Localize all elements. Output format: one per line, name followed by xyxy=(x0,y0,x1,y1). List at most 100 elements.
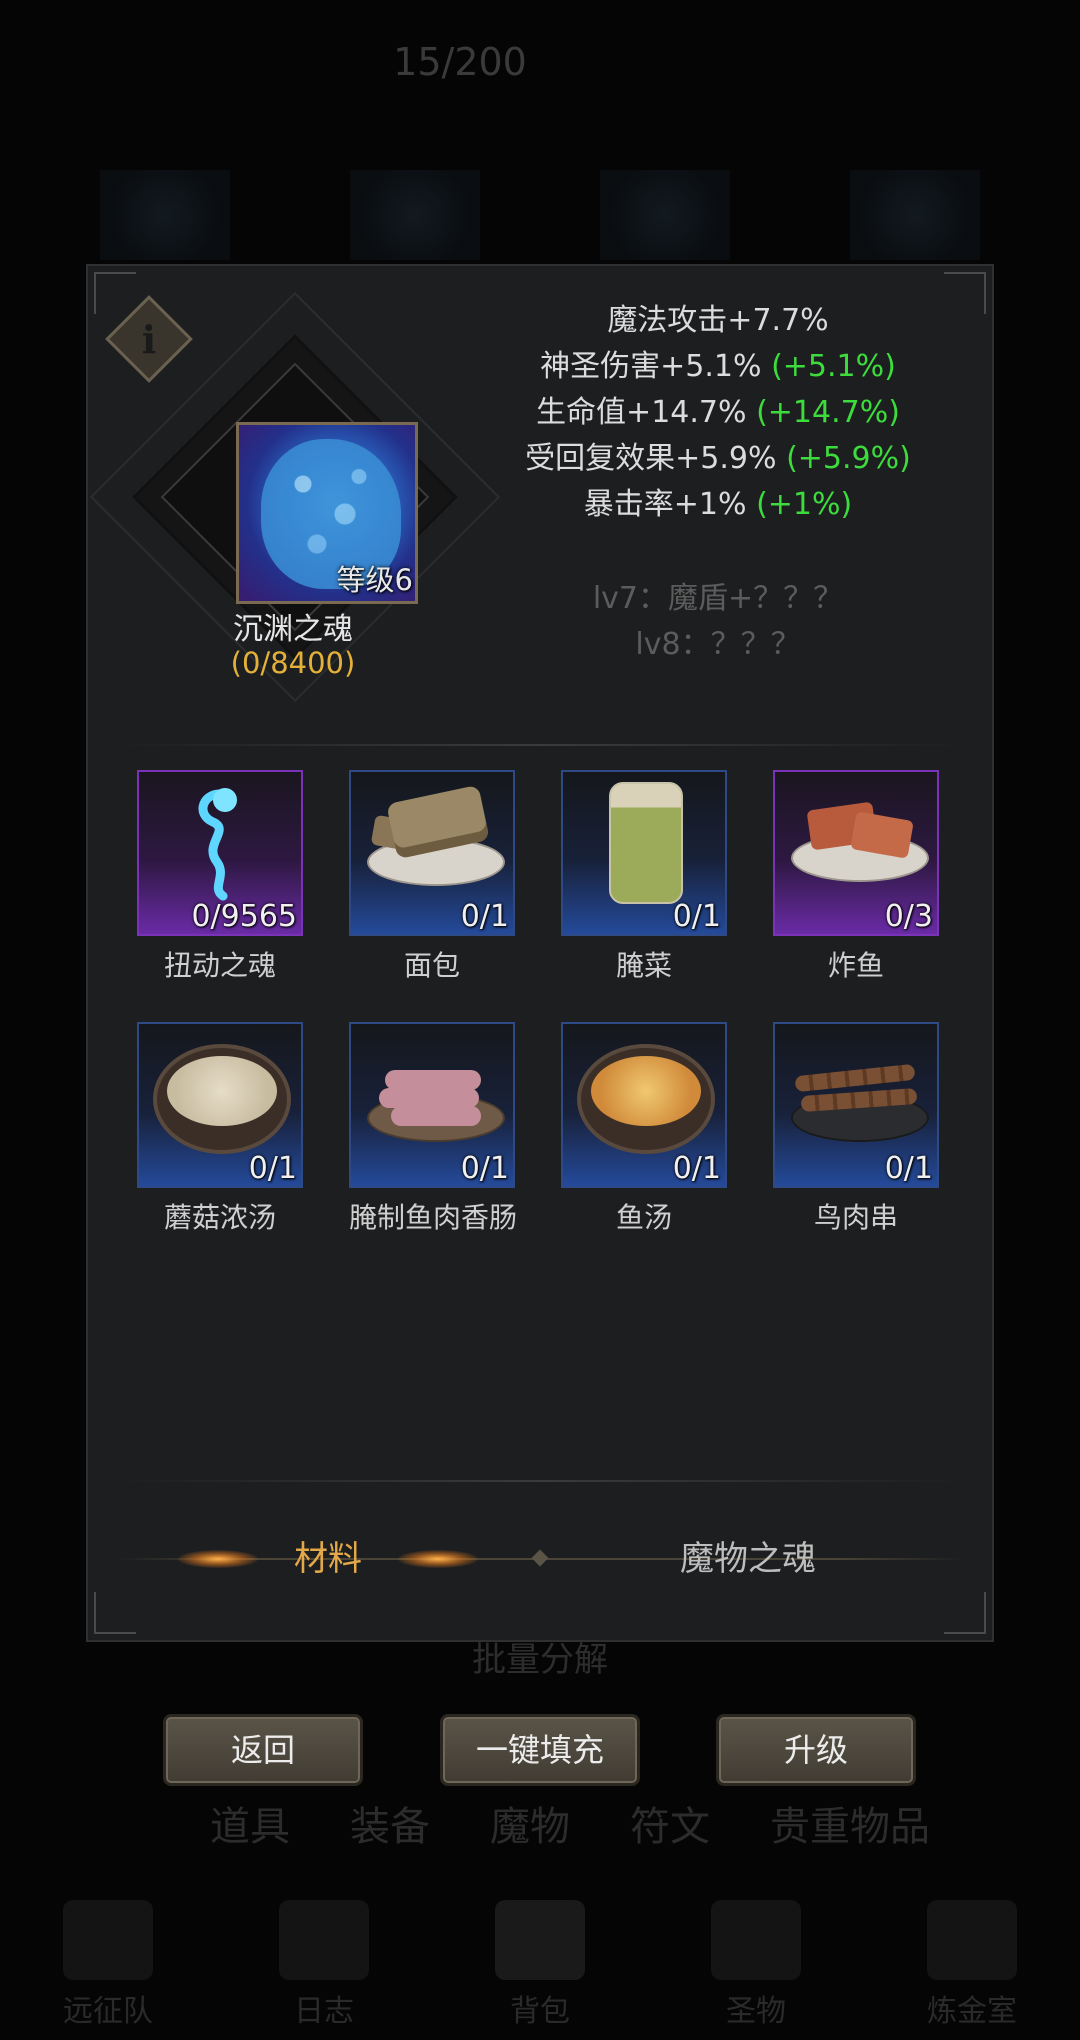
material-name: 面包 xyxy=(403,949,460,982)
bg-slot-row xyxy=(100,170,980,260)
panel-tabs: 材料 魔物之魂 xyxy=(118,1524,964,1594)
bg-nav-label: 炼金室 xyxy=(927,1994,1017,2029)
material-item[interactable]: 0/9565 扭动之魂 xyxy=(137,770,303,984)
bg-capacity-counter: 15/200 xyxy=(393,40,527,84)
locked-bonus: lv7：魔盾+？？？ xyxy=(592,581,844,616)
material-count: 0/1 xyxy=(460,899,509,934)
stat-line: 暴击率+1% (+1%) xyxy=(508,482,928,528)
monster-progress: (0/8400) xyxy=(230,646,356,680)
material-count: 0/9565 xyxy=(191,899,297,934)
chalice-icon xyxy=(711,1900,801,1980)
stat-bonus: (+5.1%) xyxy=(771,349,896,384)
panel-corner xyxy=(94,1592,136,1634)
material-card[interactable]: 0/1 xyxy=(561,1022,727,1188)
stat-line: 神圣伤害+5.1% (+5.1%) xyxy=(508,344,928,390)
material-count: 0/1 xyxy=(672,899,721,934)
section-divider xyxy=(118,744,964,746)
panel-corner xyxy=(94,272,136,314)
locked-bonus-list: lv7：魔盾+？？？ lv8：？？？ xyxy=(508,576,928,668)
tab-monster-souls[interactable]: 魔物之魂 xyxy=(598,1524,898,1594)
bg-nav-item: 日志 xyxy=(234,1900,414,2030)
material-count: 0/1 xyxy=(672,1151,721,1186)
material-card[interactable]: 0/3 xyxy=(773,770,939,936)
material-name: 炸鱼 xyxy=(827,949,884,982)
bg-nav-item: 远征队 xyxy=(18,1900,198,2030)
material-item[interactable]: 0/1 腌菜 xyxy=(561,770,727,984)
stat-line: 生命值+14.7% (+14.7%) xyxy=(508,390,928,436)
material-item[interactable]: 0/1 鸟肉串 xyxy=(773,1022,939,1236)
material-count: 0/1 xyxy=(884,1151,933,1186)
mushroom-soup-icon xyxy=(153,1044,291,1154)
stat-text: 神圣伤害+5.1% xyxy=(540,349,762,384)
stat-text: 暴击率+1% xyxy=(583,487,747,522)
skewer xyxy=(794,1063,916,1093)
material-count: 0/3 xyxy=(884,899,933,934)
material-item[interactable]: 0/1 蘑菇浓汤 xyxy=(137,1022,303,1236)
monster-upgrade-panel: i 等级6 沉渊之魂 (0/8400) 魔法攻击+7.7% 神圣伤害+5.1% … xyxy=(86,264,994,1642)
bg-slot xyxy=(600,170,730,260)
material-item[interactable]: 0/1 腌制鱼肉香肠 xyxy=(349,1022,518,1236)
bg-tab: 贵重物品 xyxy=(770,1804,930,1850)
bg-slot xyxy=(100,170,230,260)
info-icon: i xyxy=(141,316,157,362)
soup xyxy=(167,1056,277,1126)
upgrade-button[interactable]: 升级 xyxy=(716,1714,916,1786)
bg-nav-item: 背包 xyxy=(450,1900,630,2030)
bg-inventory-tabs: 道具 装备 魔物 符文 贵重物品 xyxy=(60,1788,1020,1858)
soup xyxy=(591,1056,701,1126)
bg-bottom-nav: 远征队 日志 背包 圣物 炼金室 xyxy=(0,1890,1080,2040)
alchemy-icon xyxy=(927,1900,1017,1980)
material-name: 鸟肉串 xyxy=(813,1201,898,1234)
sausage xyxy=(391,1106,481,1126)
bg-nav-label: 日志 xyxy=(294,1994,354,2029)
panel-corner xyxy=(944,1592,986,1634)
book-icon xyxy=(279,1900,369,1980)
tab-materials[interactable]: 材料 xyxy=(198,1524,458,1594)
pickle-jar-icon xyxy=(609,782,683,904)
tab-separator xyxy=(531,1549,549,1567)
material-item[interactable]: 0/1 鱼汤 xyxy=(561,1022,727,1236)
material-name: 扭动之魂 xyxy=(163,949,276,982)
helmet-icon xyxy=(63,1900,153,1980)
material-item[interactable]: 0/1 面包 xyxy=(349,770,515,984)
material-card[interactable]: 0/1 xyxy=(773,1022,939,1188)
bg-slot xyxy=(350,170,480,260)
material-name: 鱼汤 xyxy=(615,1201,672,1234)
bg-nav-item: 炼金室 xyxy=(882,1900,1062,2030)
monster-level: 等级6 xyxy=(336,563,413,597)
material-card[interactable]: 0/1 xyxy=(137,1022,303,1188)
bg-nav-item: 圣物 xyxy=(666,1900,846,2030)
monster-soul-card[interactable]: 等级6 xyxy=(236,422,418,604)
stat-line: 魔法攻击+7.7% xyxy=(508,298,928,344)
bg-tab: 道具 xyxy=(210,1804,290,1850)
sausage xyxy=(385,1070,481,1090)
material-card[interactable]: 0/1 xyxy=(349,1022,515,1188)
stat-bonus: (+14.7%) xyxy=(756,395,900,430)
material-card[interactable]: 0/1 xyxy=(561,770,727,936)
sausage xyxy=(379,1088,479,1108)
bg-slot xyxy=(850,170,980,260)
back-button[interactable]: 返回 xyxy=(163,1714,363,1786)
panel-corner xyxy=(944,272,986,314)
stat-bonus: (+5.9%) xyxy=(786,441,911,476)
bg-nav-label: 远征队 xyxy=(63,1994,153,2029)
material-name: 腌制鱼肉香肠 xyxy=(349,1201,518,1234)
stat-bonus: (+1%) xyxy=(756,487,853,522)
bg-nav-label: 背包 xyxy=(510,1994,570,2029)
bg-tab: 魔物 xyxy=(490,1804,570,1850)
section-divider xyxy=(118,1480,964,1482)
bg-nav-label: 圣物 xyxy=(726,1994,786,2029)
monster-name: 沉渊之魂 xyxy=(233,612,353,647)
material-card[interactable]: 0/9565 xyxy=(137,770,303,936)
soul-wisp-icon xyxy=(198,788,237,901)
auto-fill-button[interactable]: 一键填充 xyxy=(440,1714,640,1786)
material-name: 蘑菇浓汤 xyxy=(163,1201,276,1234)
material-count: 0/1 xyxy=(248,1151,297,1186)
locked-bonus: lv8：？？？ xyxy=(635,627,801,662)
stat-text: 生命值+14.7% xyxy=(536,395,747,430)
stat-line: 受回复效果+5.9% (+5.9%) xyxy=(508,436,928,482)
material-card[interactable]: 0/1 xyxy=(349,770,515,936)
material-name: 腌菜 xyxy=(615,949,672,982)
material-item[interactable]: 0/3 炸鱼 xyxy=(773,770,939,984)
bg-tab: 装备 xyxy=(350,1804,430,1850)
